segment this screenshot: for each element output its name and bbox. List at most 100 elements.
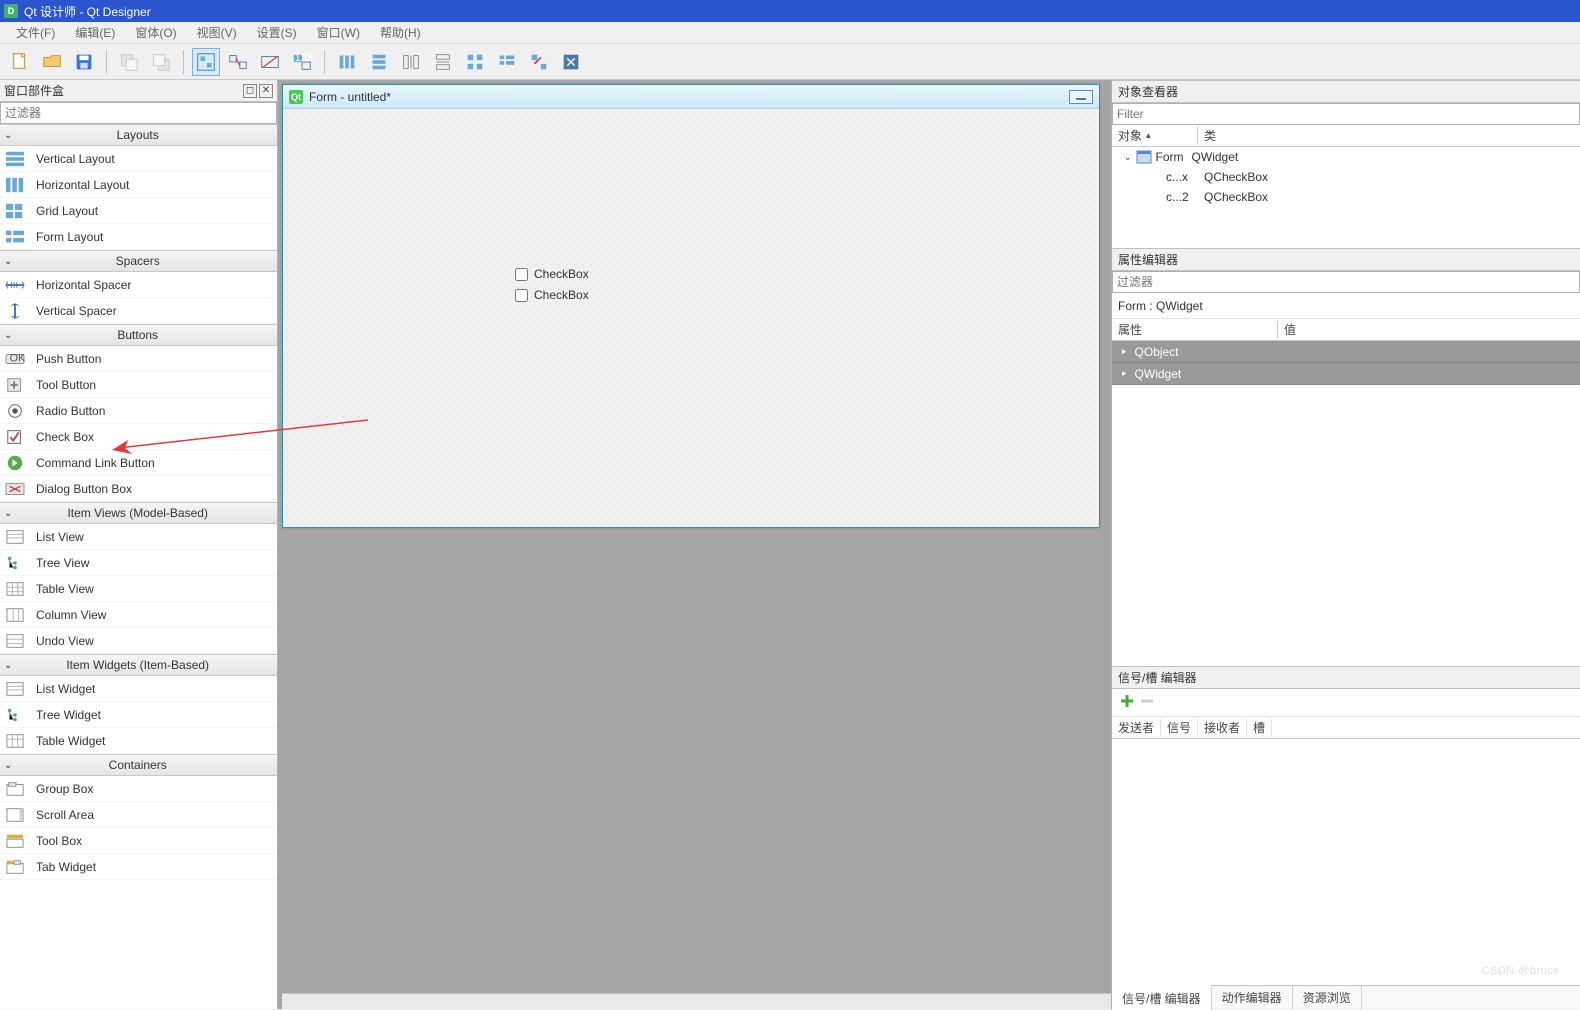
- widget-item-check-box[interactable]: Check Box: [0, 424, 277, 450]
- menu-form[interactable]: 窗体(O): [125, 22, 186, 43]
- bottom-tabs: 信号/槽 编辑器 动作编辑器 资源浏览: [1112, 985, 1580, 1009]
- tab-signal-slot[interactable]: 信号/槽 编辑器: [1112, 985, 1212, 1010]
- layout-horizontal-splitter-button[interactable]: [397, 48, 425, 76]
- form-window[interactable]: Qt Form - untitled* CheckBox CheckBox: [282, 84, 1100, 528]
- sender-col-header[interactable]: 发送者: [1112, 719, 1161, 736]
- push-button-icon: OK: [4, 349, 26, 369]
- tab-resource-browser[interactable]: 资源浏览: [1293, 986, 1362, 1009]
- tab-action-editor[interactable]: 动作编辑器: [1212, 986, 1293, 1009]
- widget-item-horizontal-layout[interactable]: Horizontal Layout: [0, 172, 277, 198]
- prop-group-label: QWidget: [1135, 367, 1182, 381]
- category-item-widgets[interactable]: ⌄Item Widgets (Item-Based): [0, 654, 277, 676]
- dock-float-button[interactable]: ◻: [243, 84, 257, 98]
- menu-window[interactable]: 窗口(W): [307, 22, 370, 43]
- widget-box-filter-input[interactable]: [0, 102, 277, 124]
- property-editor-filter-input[interactable]: [1112, 271, 1580, 293]
- form-canvas[interactable]: CheckBox CheckBox: [283, 109, 1099, 527]
- widget-item-form-layout[interactable]: Form Layout: [0, 224, 277, 250]
- widget-item-table-view[interactable]: Table View: [0, 576, 277, 602]
- widget-item-tab-widget[interactable]: Tab Widget: [0, 854, 277, 880]
- form-minimize-button[interactable]: [1069, 90, 1093, 104]
- widget-item-group-box[interactable]: Group Box: [0, 776, 277, 802]
- menu-edit[interactable]: 编辑(E): [65, 22, 125, 43]
- slot-col-header[interactable]: 槽: [1247, 719, 1272, 736]
- widget-item-tool-box[interactable]: Tool Box: [0, 828, 277, 854]
- widget-item-label: Table Widget: [36, 734, 105, 748]
- layout-horizontal-button[interactable]: [333, 48, 361, 76]
- widget-item-push-button[interactable]: OKPush Button: [0, 346, 277, 372]
- property-body[interactable]: [1112, 385, 1580, 666]
- property-editor-title-label: 属性编辑器: [1118, 251, 1178, 268]
- tree-row-form[interactable]: ⌄ Form QWidget: [1112, 147, 1580, 167]
- mdi-area[interactable]: Qt Form - untitled* CheckBox CheckBox: [278, 80, 1112, 1009]
- widget-item-tool-button[interactable]: Tool Button: [0, 372, 277, 398]
- prop-group-qwidget[interactable]: ▸QWidget: [1112, 363, 1580, 385]
- category-item-views[interactable]: ⌄Item Views (Model-Based): [0, 502, 277, 524]
- remove-connection-button[interactable]: [1138, 692, 1156, 713]
- widget-item-dialog-button-box[interactable]: Dialog Button Box: [0, 476, 277, 502]
- form-titlebar[interactable]: Qt Form - untitled*: [283, 85, 1099, 109]
- object-inspector-tree[interactable]: ⌄ Form QWidget c...x QCheckBox c...2 QCh…: [1112, 147, 1580, 248]
- mdi-horizontal-scrollbar[interactable]: [282, 993, 1111, 1009]
- tree-row-checkbox-1[interactable]: c...x QCheckBox: [1112, 167, 1580, 187]
- menu-settings[interactable]: 设置(S): [247, 22, 307, 43]
- widget-item-vertical-spacer[interactable]: Vertical Spacer: [0, 298, 277, 324]
- save-button[interactable]: [70, 48, 98, 76]
- signal-col-header[interactable]: 信号: [1161, 719, 1198, 736]
- signal-slot-list[interactable]: CSDN @bruce: [1112, 739, 1580, 985]
- widget-box-list[interactable]: ⌄Layouts Vertical Layout Horizontal Layo…: [0, 124, 277, 1009]
- layout-vertical-splitter-button[interactable]: [429, 48, 457, 76]
- layout-form-button[interactable]: [493, 48, 521, 76]
- object-inspector-filter-input[interactable]: [1112, 103, 1580, 125]
- category-spacers[interactable]: ⌄Spacers: [0, 250, 277, 272]
- category-containers[interactable]: ⌄Containers: [0, 754, 277, 776]
- object-col-header[interactable]: 对象: [1118, 127, 1142, 144]
- signal-slot-editor-title-label: 信号/槽 编辑器: [1118, 669, 1197, 686]
- tree-row-checkbox-2[interactable]: c...2 QCheckBox: [1112, 187, 1580, 207]
- category-layouts[interactable]: ⌄Layouts: [0, 124, 277, 146]
- edit-tab-order-button[interactable]: 123: [288, 48, 316, 76]
- value-col-header[interactable]: 值: [1278, 321, 1580, 338]
- checkbox-1[interactable]: CheckBox: [515, 267, 589, 281]
- menu-help[interactable]: 帮助(H): [370, 22, 431, 43]
- new-form-button[interactable]: [6, 48, 34, 76]
- add-connection-button[interactable]: [1118, 692, 1136, 713]
- toolbar-separator: [106, 50, 107, 74]
- menu-file[interactable]: 文件(F): [6, 22, 65, 43]
- widget-box-panel: 窗口部件盒 ◻ ✕ ⌄Layouts Vertical Layout Horiz…: [0, 80, 278, 1009]
- edit-buddies-button[interactable]: [256, 48, 284, 76]
- widget-item-list-view[interactable]: List View: [0, 524, 277, 550]
- widget-item-command-link-button[interactable]: Command Link Button: [0, 450, 277, 476]
- widget-item-tree-widget[interactable]: Tree Widget: [0, 702, 277, 728]
- app-icon: D: [4, 4, 18, 18]
- widget-item-scroll-area[interactable]: Scroll Area: [0, 802, 277, 828]
- tree-label: c...2: [1166, 190, 1204, 204]
- widget-item-horizontal-spacer[interactable]: Horizontal Spacer: [0, 272, 277, 298]
- widget-item-tree-view[interactable]: Tree View: [0, 550, 277, 576]
- break-layout-button[interactable]: [525, 48, 553, 76]
- open-form-button[interactable]: [38, 48, 66, 76]
- prop-group-qobject[interactable]: ▸QObject: [1112, 341, 1580, 363]
- widget-item-grid-layout[interactable]: Grid Layout: [0, 198, 277, 224]
- receiver-col-header[interactable]: 接收者: [1198, 719, 1247, 736]
- property-col-header[interactable]: 属性: [1112, 321, 1278, 338]
- edit-signals-button[interactable]: [224, 48, 252, 76]
- widget-item-undo-view[interactable]: Undo View: [0, 628, 277, 654]
- adjust-size-button[interactable]: [557, 48, 585, 76]
- checkbox-2[interactable]: CheckBox: [515, 288, 589, 302]
- widget-item-vertical-layout[interactable]: Vertical Layout: [0, 146, 277, 172]
- widget-item-column-view[interactable]: Column View: [0, 602, 277, 628]
- checkbox-2-input[interactable]: [515, 289, 528, 302]
- edit-widgets-button[interactable]: [192, 48, 220, 76]
- dock-close-button[interactable]: ✕: [259, 84, 273, 98]
- widget-item-table-widget[interactable]: Table Widget: [0, 728, 277, 754]
- menu-view[interactable]: 视图(V): [187, 22, 247, 43]
- checkbox-1-input[interactable]: [515, 268, 528, 281]
- widget-item-list-widget[interactable]: List Widget: [0, 676, 277, 702]
- category-buttons[interactable]: ⌄Buttons: [0, 324, 277, 346]
- widget-item-label: Group Box: [36, 782, 93, 796]
- class-col-header[interactable]: 类: [1198, 127, 1580, 144]
- layout-vertical-button[interactable]: [365, 48, 393, 76]
- layout-grid-button[interactable]: [461, 48, 489, 76]
- widget-item-radio-button[interactable]: Radio Button: [0, 398, 277, 424]
